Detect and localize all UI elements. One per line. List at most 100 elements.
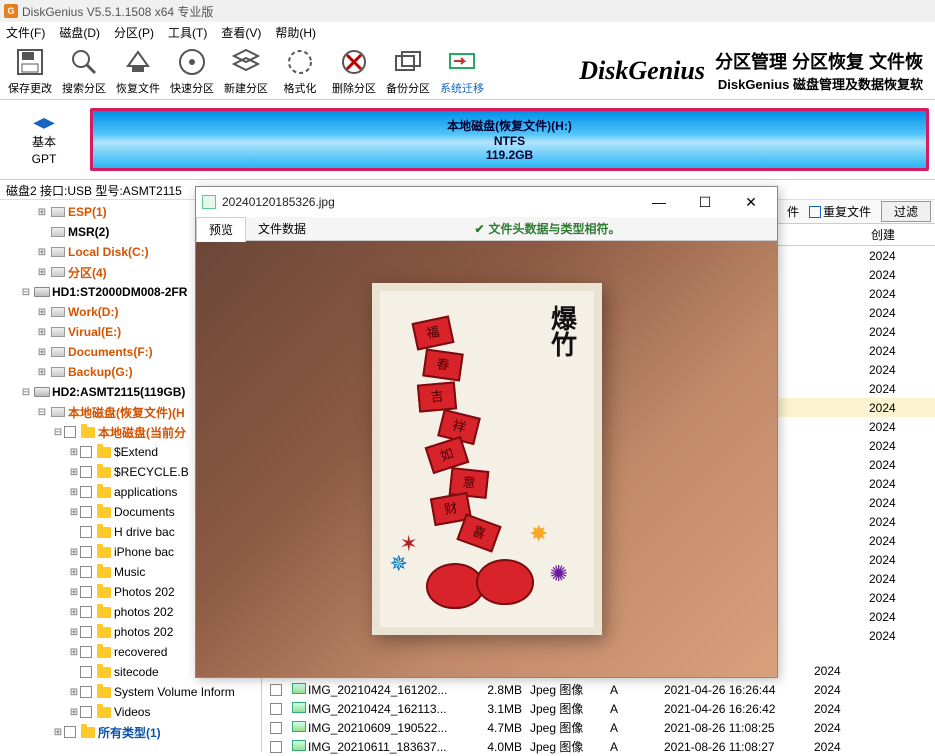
- tree-label: 本地磁盘(当前分: [98, 424, 186, 441]
- recover-files-button[interactable]: 恢复文件: [112, 44, 164, 98]
- tree-checkbox[interactable]: [80, 606, 92, 618]
- tree-label: HD1:ST2000DM008-2FR: [52, 285, 187, 299]
- tree-expander[interactable]: ⊞: [36, 307, 48, 318]
- tree-expander[interactable]: ⊞: [68, 447, 80, 458]
- row-checkbox[interactable]: [270, 722, 282, 734]
- menu-disk[interactable]: 磁盘(D): [59, 24, 100, 41]
- tree-checkbox[interactable]: [80, 446, 92, 458]
- tree-checkbox[interactable]: [80, 566, 92, 578]
- tree-expander[interactable]: ⊞: [68, 687, 80, 698]
- minimize-button[interactable]: ―: [639, 188, 679, 216]
- repeat-files-checkbox[interactable]: 重复文件: [809, 203, 871, 220]
- cell-date: 2021-08-26 11:08:27: [664, 740, 814, 754]
- tree-expander[interactable]: ⊞: [36, 327, 48, 338]
- menu-tools[interactable]: 工具(T): [168, 24, 207, 41]
- tree-checkbox[interactable]: [64, 426, 76, 438]
- tree-expander[interactable]: ⊞: [68, 607, 80, 618]
- save-button[interactable]: 保存更改: [4, 44, 56, 98]
- maximize-button[interactable]: ☐: [685, 188, 725, 216]
- tree-checkbox[interactable]: [64, 726, 76, 738]
- tree-expander[interactable]: ⊞: [68, 487, 80, 498]
- cell-type: Jpeg 图像: [530, 700, 610, 717]
- delete-partition-button[interactable]: 删除分区: [328, 44, 380, 98]
- tree-expander[interactable]: ⊟: [52, 427, 64, 438]
- tree-expander[interactable]: ⊞: [36, 367, 48, 378]
- tab-file-data[interactable]: 文件数据: [246, 217, 318, 240]
- tree-expander[interactable]: ⊞: [36, 347, 48, 358]
- partition-bar[interactable]: 本地磁盘(恢复文件)(H:) NTFS 119.2GB: [90, 108, 929, 171]
- filter-button[interactable]: 过滤: [881, 201, 931, 222]
- disk-graph: ◀▶ 基本 GPT 本地磁盘(恢复文件)(H:) NTFS 119.2GB: [0, 100, 935, 180]
- menu-view[interactable]: 查看(V): [221, 24, 261, 41]
- file-row[interactable]: IMG_20210611_183637...4.0MBJpeg 图像A2021-…: [262, 737, 935, 756]
- tree-checkbox[interactable]: [80, 466, 92, 478]
- folder-icon: [96, 665, 112, 679]
- tree-checkbox[interactable]: [80, 506, 92, 518]
- tree-expander[interactable]: ⊞: [36, 267, 48, 278]
- quick-partition-button[interactable]: 快速分区: [166, 44, 218, 98]
- close-button[interactable]: ✕: [731, 188, 771, 216]
- tree-expander[interactable]: ⊞: [68, 547, 80, 558]
- tab-preview[interactable]: 预览: [196, 217, 246, 242]
- row-checkbox[interactable]: [270, 741, 282, 753]
- cell-type: Jpeg 图像: [530, 681, 610, 698]
- tree-checkbox[interactable]: [80, 686, 92, 698]
- preview-title-bar[interactable]: 20240120185326.jpg ― ☐ ✕: [196, 187, 777, 217]
- tree-label: 所有类型(1): [98, 724, 161, 741]
- tree-label: photos 202: [114, 625, 173, 639]
- tree-expander[interactable]: ⊞: [36, 247, 48, 258]
- cell-attr: A: [610, 683, 664, 697]
- new-partition-button[interactable]: 新建分区: [220, 44, 272, 98]
- tree-checkbox[interactable]: [80, 546, 92, 558]
- col-create[interactable]: 创建: [865, 226, 935, 243]
- cell-type: Jpeg 图像: [530, 719, 610, 736]
- tree-item[interactable]: ⊞ 所有类型(1): [0, 722, 261, 742]
- preview-window[interactable]: 20240120185326.jpg ― ☐ ✕ 预览 文件数据 ✔文件头数据与…: [195, 186, 778, 678]
- tree-checkbox[interactable]: [80, 666, 92, 678]
- backup-partition-button[interactable]: 备份分区: [382, 44, 434, 98]
- image-icon: [292, 683, 306, 694]
- system-migrate-button[interactable]: 系统迁移: [436, 44, 488, 98]
- menu-file[interactable]: 文件(F): [6, 24, 45, 41]
- tree-item[interactable]: ⊞Videos: [0, 702, 261, 722]
- tree-expander[interactable]: ⊞: [68, 507, 80, 518]
- tree-checkbox[interactable]: [80, 646, 92, 658]
- tree-expander[interactable]: ⊞: [68, 587, 80, 598]
- cell-create: 2024: [865, 306, 935, 320]
- cell-create: 2024: [865, 515, 935, 529]
- tree-expander[interactable]: ⊞: [36, 207, 48, 218]
- row-checkbox[interactable]: [270, 703, 282, 715]
- brand-area: DiskGenius 分区管理 分区恢复 文件恢 DiskGenius 磁盘管理…: [490, 48, 931, 93]
- partition-icon: [50, 325, 66, 339]
- tree-expander[interactable]: ⊞: [68, 567, 80, 578]
- partition-icon: [50, 405, 66, 419]
- tree-expander[interactable]: ⊞: [68, 467, 80, 478]
- folder-icon: [96, 545, 112, 559]
- brand-tagline-2: DiskGenius 磁盘管理及数据恢复软: [715, 74, 923, 93]
- tree-checkbox[interactable]: [80, 526, 92, 538]
- tree-label: MSR(2): [68, 225, 109, 239]
- tree-checkbox[interactable]: [80, 626, 92, 638]
- format-button[interactable]: 格式化: [274, 44, 326, 98]
- tree-expander[interactable]: ⊟: [20, 287, 32, 298]
- tree-item[interactable]: ⊞System Volume Inform: [0, 682, 261, 702]
- tree-checkbox[interactable]: [80, 586, 92, 598]
- tree-label: Photos 202: [114, 585, 175, 599]
- search-partition-button[interactable]: 搜索分区: [58, 44, 110, 98]
- tree-checkbox[interactable]: [80, 706, 92, 718]
- menu-help[interactable]: 帮助(H): [275, 24, 316, 41]
- file-row[interactable]: IMG_20210609_190522...4.7MBJpeg 图像A2021-…: [262, 718, 935, 737]
- file-row[interactable]: IMG_20210424_162113...3.1MBJpeg 图像A2021-…: [262, 699, 935, 718]
- file-row[interactable]: IMG_20210424_161202...2.8MBJpeg 图像A2021-…: [262, 680, 935, 699]
- menu-partition[interactable]: 分区(P): [114, 24, 154, 41]
- tree-expander[interactable]: ⊞: [52, 727, 64, 738]
- tree-expander[interactable]: ⊟: [20, 387, 32, 398]
- row-checkbox[interactable]: [270, 684, 282, 696]
- tree-checkbox[interactable]: [80, 486, 92, 498]
- nav-arrows-icon[interactable]: ◀▶: [33, 114, 55, 131]
- tree-expander[interactable]: ⊞: [68, 647, 80, 658]
- tree-expander[interactable]: ⊟: [36, 407, 48, 418]
- tree-expander[interactable]: ⊞: [68, 707, 80, 718]
- tree-expander[interactable]: ⊞: [68, 627, 80, 638]
- cell-create: 2024: [814, 683, 935, 697]
